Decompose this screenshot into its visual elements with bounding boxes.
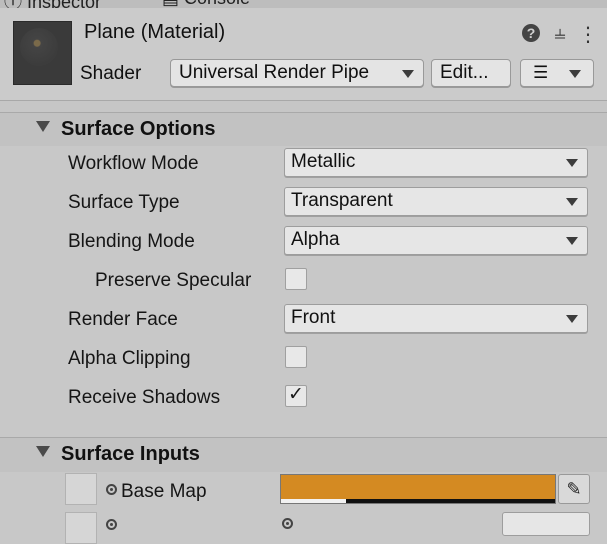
render-face-label: Render Face <box>68 309 178 330</box>
checkmark-icon: ✓ <box>288 384 304 405</box>
render-face-value: Front <box>291 307 336 328</box>
edit-shader-button[interactable]: Edit... <box>431 59 511 87</box>
object-picker-icon[interactable] <box>106 519 117 530</box>
surface-inputs-foldout[interactable]: Surface Inputs <box>0 437 607 473</box>
console-icon: ▤ <box>162 0 184 8</box>
list-icon: ☰ <box>533 63 549 82</box>
numeric-field[interactable] <box>502 512 590 536</box>
material-preview-sphere <box>20 28 58 66</box>
info-icon: ⓘ <box>4 0 27 8</box>
base-map-texture-slot[interactable] <box>65 473 97 505</box>
preserve-specular-checkbox[interactable] <box>285 268 307 290</box>
receive-shadows-checkbox[interactable]: ✓ <box>285 384 307 407</box>
receive-shadows-label: Receive Shadows <box>68 387 221 408</box>
blending-mode-value: Alpha <box>291 229 340 250</box>
alpha-bar-fill <box>281 499 346 503</box>
chevron-down-icon <box>566 198 578 206</box>
eyedropper-icon[interactable]: ✎ <box>558 474 590 504</box>
section-title: Surface Options <box>61 118 216 140</box>
alpha-clipping-checkbox[interactable] <box>285 346 307 368</box>
metallic-map-texture-slot[interactable] <box>65 512 97 544</box>
blending-mode-dropdown[interactable]: Alpha <box>284 226 588 255</box>
kebab-menu-icon[interactable]: ⋮ <box>578 22 598 46</box>
material-preview-thumbnail <box>13 21 72 85</box>
help-icon[interactable]: ? <box>520 22 542 46</box>
tab-inspector[interactable]: ⓘ Inspector <box>4 0 101 8</box>
base-map-label: Base Map <box>121 481 207 502</box>
material-options-dropdown[interactable]: ☰ <box>520 59 594 87</box>
tab-console[interactable]: ▤ Console <box>162 0 250 8</box>
object-picker-icon[interactable] <box>106 484 117 495</box>
shader-value: Universal Render Pipe <box>179 62 370 83</box>
foldout-expanded-icon <box>36 121 50 132</box>
preserve-specular-label: Preserve Specular <box>95 270 252 291</box>
alpha-clipping-label: Alpha Clipping <box>68 348 191 369</box>
surface-type-value: Transparent <box>291 190 393 211</box>
tab-strip: ⓘ Inspector ▤ Console <box>0 0 607 8</box>
foldout-expanded-icon <box>36 446 50 457</box>
workflow-mode-dropdown[interactable]: Metallic <box>284 148 588 177</box>
material-title: Plane (Material) <box>84 21 226 43</box>
section-title: Surface Inputs <box>61 443 200 465</box>
render-face-dropdown[interactable]: Front <box>284 304 588 333</box>
chevron-down-icon <box>566 315 578 323</box>
surface-type-label: Surface Type <box>68 192 180 213</box>
blending-mode-label: Blending Mode <box>68 231 195 252</box>
shader-dropdown[interactable]: Universal Render Pipe <box>170 59 424 87</box>
chevron-down-icon <box>566 237 578 245</box>
material-header: Plane (Material) ? ⫨ ⋮ Shader Universal … <box>0 8 607 101</box>
surface-options-foldout[interactable]: Surface Options <box>0 112 607 148</box>
workflow-mode-value: Metallic <box>291 151 356 172</box>
chevron-down-icon <box>566 159 578 167</box>
object-picker-icon[interactable] <box>282 518 293 529</box>
shader-label: Shader <box>80 63 142 84</box>
chevron-down-icon <box>569 70 581 78</box>
base-map-color-field[interactable] <box>280 474 556 504</box>
presets-icon[interactable]: ⫨ <box>548 22 572 46</box>
chevron-down-icon <box>402 70 414 78</box>
surface-type-dropdown[interactable]: Transparent <box>284 187 588 216</box>
separator <box>0 101 607 112</box>
workflow-mode-label: Workflow Mode <box>68 153 199 174</box>
